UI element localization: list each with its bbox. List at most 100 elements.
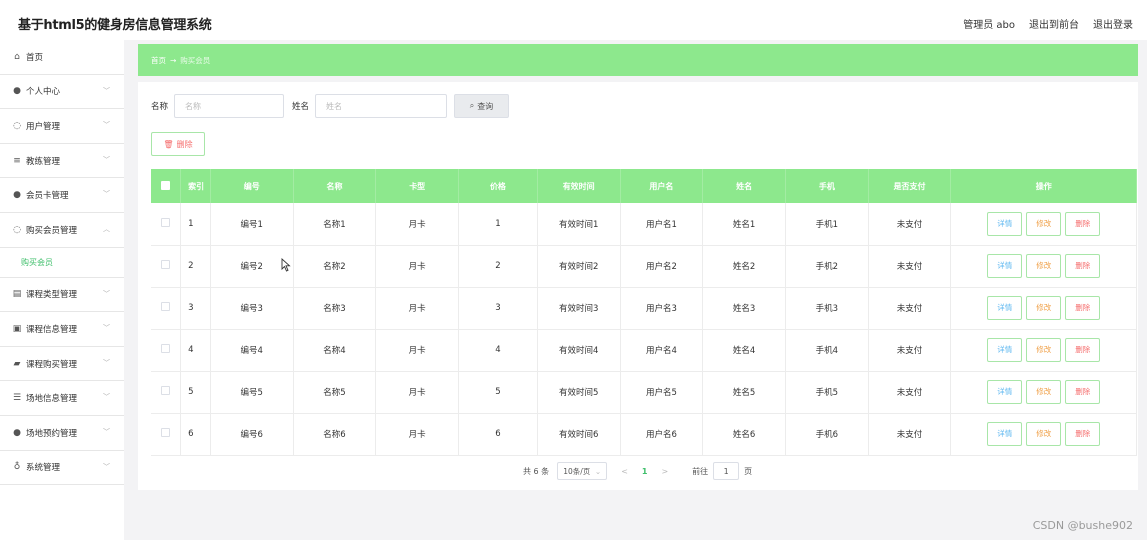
search-icon: ⌕ bbox=[469, 101, 475, 110]
edit-button[interactable]: 修改 bbox=[1026, 296, 1062, 320]
chevron-down-icon: ﹀ bbox=[103, 155, 110, 164]
doc-icon: ▣ bbox=[12, 323, 22, 334]
column-header[interactable]: 手机 bbox=[785, 169, 869, 203]
table-cell: 姓名6 bbox=[702, 413, 786, 456]
sidebar-item-1[interactable]: ● 个人中心 ﹀ bbox=[0, 75, 124, 110]
sidebar-item-label: 场地信息管理 bbox=[26, 394, 78, 405]
detail-button[interactable]: 详情 bbox=[987, 296, 1023, 320]
row-checkbox[interactable] bbox=[161, 344, 171, 353]
page-size-select[interactable]: 10条/页 ⌄ bbox=[557, 462, 608, 480]
table-cell: 名称5 bbox=[293, 371, 377, 414]
detail-button[interactable]: 详情 bbox=[987, 380, 1023, 404]
table-row: 1 编号1 名称1 月卡 1 有效时间1 用户名1 姓名1 手机1 未支付 详情 修改 删除 bbox=[151, 203, 1137, 246]
sidebar-item-label: 场地预约管理 bbox=[26, 428, 78, 439]
sidebar-item-11[interactable]: ♁ 系统管理 ﹀ bbox=[0, 451, 124, 486]
table-cell: 手机1 bbox=[785, 203, 869, 246]
realname-input[interactable]: 姓名 bbox=[315, 94, 448, 118]
sidebar-item-10[interactable]: ● 场地预约管理 ﹀ bbox=[0, 416, 124, 451]
column-header[interactable]: 用户名 bbox=[620, 169, 704, 203]
mouse-cursor-icon bbox=[281, 258, 291, 272]
sidebar-item-9[interactable]: ☰ 场地信息管理 ﹀ bbox=[0, 381, 124, 416]
column-header[interactable]: 名称 bbox=[293, 169, 377, 203]
column-header[interactable]: 卡型 bbox=[375, 169, 460, 203]
chevron-down-icon: ﹀ bbox=[103, 121, 110, 130]
delete-button[interactable]: 删除 bbox=[1065, 254, 1101, 278]
table-cell: 月卡 bbox=[375, 245, 460, 288]
row-select-cell bbox=[151, 287, 182, 330]
sidebar-item-3[interactable]: ≡ 教练管理 ﹀ bbox=[0, 144, 124, 179]
column-header[interactable]: 有效时间 bbox=[537, 169, 621, 203]
table-cell: 有效时间5 bbox=[537, 371, 621, 414]
cart-icon: ▰ bbox=[13, 358, 21, 369]
table-cell: 未支付 bbox=[868, 329, 952, 372]
delete-button[interactable]: 删除 bbox=[1065, 338, 1101, 362]
mic-icon: ♁ bbox=[13, 462, 21, 473]
row-checkbox[interactable] bbox=[161, 386, 171, 395]
table-cell: 5 bbox=[458, 371, 538, 414]
table-cell: 姓名2 bbox=[702, 245, 786, 288]
sidebar-item-4[interactable]: ● 会员卡管理 ﹀ bbox=[0, 178, 124, 213]
column-header[interactable]: 索引 bbox=[180, 169, 211, 203]
edit-button[interactable]: 修改 bbox=[1026, 380, 1062, 404]
table-cell: 2 bbox=[180, 245, 211, 288]
next-page-button[interactable]: > bbox=[661, 467, 668, 476]
sidebar-item-label: 课程类型管理 bbox=[26, 290, 78, 301]
delete-button[interactable]: 删除 bbox=[1065, 380, 1101, 404]
row-actions: 详情 修改 删除 bbox=[950, 203, 1137, 246]
sidebar-subitem-buy-member[interactable]: 购买会员 bbox=[0, 248, 124, 278]
delete-button[interactable]: 删除 bbox=[1065, 211, 1101, 236]
breadcrumb-home[interactable]: 首页 bbox=[151, 55, 166, 66]
chevron-up-icon: ︿ bbox=[103, 224, 110, 233]
table-cell: 编号1 bbox=[210, 203, 294, 246]
sidebar-item-2[interactable]: ◌ 用户管理 ﹀ bbox=[0, 109, 124, 144]
table-cell: 名称6 bbox=[293, 413, 377, 456]
watermark: CSDN @bushe902 bbox=[1032, 519, 1133, 532]
sidebar-item-7[interactable]: ▣ 课程信息管理 ﹀ bbox=[0, 312, 124, 347]
detail-button[interactable]: 详情 bbox=[987, 211, 1023, 236]
delete-button[interactable]: 删除 bbox=[1065, 296, 1101, 320]
page-number-1[interactable]: 1 bbox=[642, 467, 648, 476]
sidebar-item-5[interactable]: ◌ 购买会员管理 ︿ bbox=[0, 213, 124, 248]
sidebar-item-label: 系统管理 bbox=[26, 463, 61, 474]
back-to-front-link[interactable]: 退出到前台 bbox=[1029, 16, 1079, 31]
sidebar-item-0[interactable]: ⌂ 首页 bbox=[0, 40, 124, 75]
delete-button[interactable]: 删除 bbox=[1065, 422, 1101, 446]
row-checkbox[interactable] bbox=[161, 260, 171, 269]
table-cell: 用户名5 bbox=[620, 371, 704, 414]
card-user-icon: ● bbox=[13, 190, 21, 201]
search-button-label: 查询 bbox=[477, 101, 494, 111]
table-cell: 用户名4 bbox=[620, 329, 704, 372]
prev-page-button[interactable]: < bbox=[621, 467, 628, 476]
table-cell: 用户名3 bbox=[620, 287, 704, 330]
detail-button[interactable]: 详情 bbox=[987, 338, 1023, 362]
members-table: 索引 编号 名称 卡型 价格 有效时间 用户名 姓名 手机 是否支付 操作 1 编号1 名称1 月卡 1 有效… bbox=[151, 169, 1137, 456]
detail-button[interactable]: 详情 bbox=[987, 422, 1023, 446]
column-header[interactable]: 姓名 bbox=[702, 169, 786, 203]
select-all-checkbox[interactable] bbox=[161, 180, 171, 190]
sidebar-item-8[interactable]: ▰ 课程购买管理 ﹀ bbox=[0, 347, 124, 382]
top-header: 基于html5的健身房信息管理系统 管理员 abo 退出到前台 退出登录 bbox=[0, 6, 1147, 40]
table-cell: 手机2 bbox=[785, 245, 869, 288]
row-checkbox[interactable] bbox=[161, 428, 171, 437]
batch-delete-button[interactable]: 🗑︎ 删除 bbox=[151, 132, 205, 156]
row-checkbox[interactable] bbox=[161, 217, 171, 227]
goto-page-input[interactable]: 1 bbox=[713, 462, 740, 480]
users-icon: ◌ bbox=[13, 120, 21, 131]
edit-button[interactable]: 修改 bbox=[1026, 211, 1062, 236]
logout-link[interactable]: 退出登录 bbox=[1093, 16, 1133, 31]
column-header[interactable]: 是否支付 bbox=[868, 169, 952, 203]
table-cell: 姓名1 bbox=[702, 203, 786, 246]
edit-button[interactable]: 修改 bbox=[1026, 254, 1062, 278]
pagination: 共 6 条 10条/页 ⌄ < 1 > 前往 1 页 bbox=[523, 462, 752, 480]
search-button[interactable]: ⌕ 查询 bbox=[454, 94, 510, 118]
edit-button[interactable]: 修改 bbox=[1026, 338, 1062, 362]
row-checkbox[interactable] bbox=[161, 302, 171, 311]
name-input[interactable]: 名称 bbox=[174, 94, 285, 118]
table-cell: 未支付 bbox=[868, 371, 952, 414]
column-header[interactable]: 价格 bbox=[458, 169, 538, 203]
sidebar-item-6[interactable]: ▤ 课程类型管理 ﹀ bbox=[0, 278, 124, 313]
edit-button[interactable]: 修改 bbox=[1026, 422, 1062, 446]
table-cell: 用户名6 bbox=[620, 413, 704, 456]
column-header[interactable]: 编号 bbox=[210, 169, 294, 203]
detail-button[interactable]: 详情 bbox=[987, 254, 1023, 278]
